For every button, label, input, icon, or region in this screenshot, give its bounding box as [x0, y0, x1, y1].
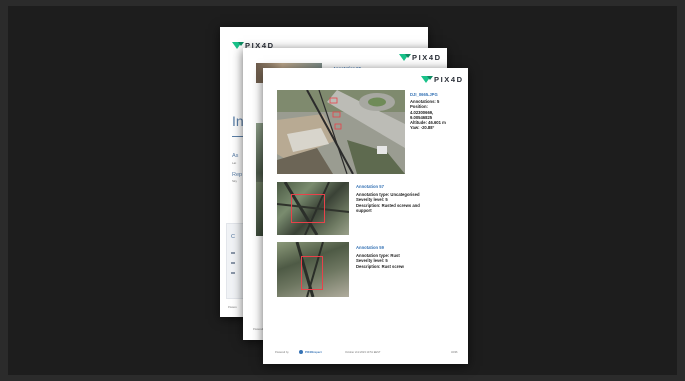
report-page-front: PIX4D DJI_0665.JPG Annotations: 5 Positi…: [263, 68, 468, 364]
pix4d-logo-icon: [421, 76, 433, 83]
annotation-title: Annotation 59: [356, 245, 384, 250]
annotation-box: [301, 256, 323, 290]
section-a-label: As: [232, 153, 239, 159]
drone-photo-scene: [277, 90, 405, 174]
annotation-detail-line: Description: Rust screw: [356, 263, 404, 269]
summary-box-line: [231, 252, 235, 254]
image-filename: DJI_0665.JPG: [410, 92, 438, 97]
pix4dinspect-icon: [299, 350, 303, 354]
image-details: Annotations: 5 Position: 4.02300669, 9.0…: [410, 99, 446, 131]
report-title-fragment: In: [232, 113, 244, 129]
summary-box-line: [231, 262, 235, 264]
pix4d-logo-icon: [399, 54, 411, 61]
footer-powered: Powered: [253, 328, 264, 331]
footer-brand: PIX4Dinspect: [305, 351, 322, 354]
pix4d-logo-text: PIX4D: [412, 53, 442, 62]
pix4d-logo: PIX4D: [399, 53, 442, 62]
annotation-details: Annotation type: Rust Severity level: 5 …: [356, 253, 404, 269]
footer-page-number: 32/36: [451, 351, 458, 354]
annotation-details: Annotation type: Uncategorised Severity …: [356, 192, 420, 213]
section-b-label: Rep: [232, 172, 243, 178]
footer-powered: Powere: [228, 306, 237, 309]
annotation-detail-line: support: [356, 207, 372, 213]
annotation-box: [291, 194, 325, 223]
footer-powered: Powered by: [275, 351, 289, 354]
footer-date: October 2nd 2023 10:51 EEST: [345, 351, 381, 354]
annotation-photo: [277, 182, 349, 235]
summary-box-letter: C: [231, 234, 235, 240]
pix4d-logo-icon: [232, 42, 244, 49]
section-b-sub: Sky: [232, 179, 238, 183]
section-a-sub: Lat: [232, 161, 237, 165]
summary-box-line: [231, 272, 235, 274]
annotation-title: Annotation 57: [356, 184, 384, 189]
annotation-photo: [277, 242, 349, 297]
pix4d-logo: PIX4D: [421, 75, 464, 84]
pix4d-logo-text: PIX4D: [434, 75, 464, 84]
image-detail-line: Yaw: -20.88°: [410, 125, 435, 131]
drone-photo: [277, 90, 405, 174]
